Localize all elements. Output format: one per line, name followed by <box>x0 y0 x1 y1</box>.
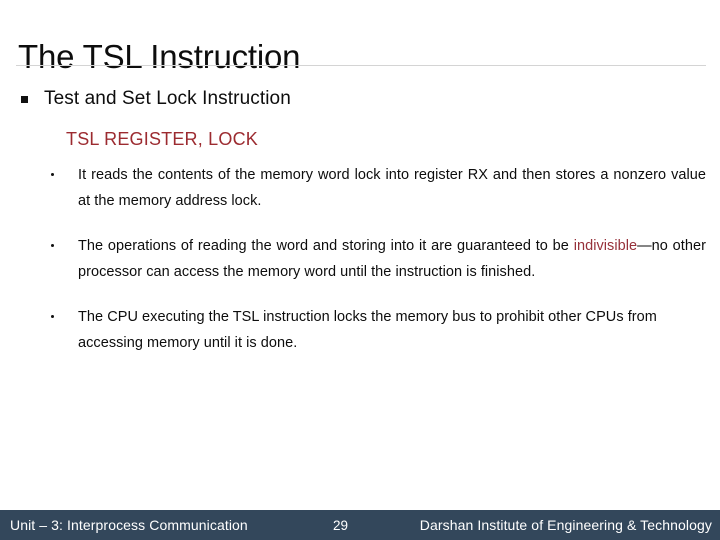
list-item-text-lead: The operations of reading the word and s… <box>78 238 574 254</box>
list-item-text: It reads the contents of the memory word… <box>78 167 706 209</box>
footer-institute-label: Darshan Institute of Engineering & Techn… <box>419 517 712 533</box>
square-bullet-icon <box>18 86 44 112</box>
slide-footer: Unit – 3: Interprocess Communication 29 … <box>0 510 720 540</box>
dot-bullet-icon <box>48 304 78 330</box>
bullet-list: It reads the contents of the memory word… <box>48 162 708 356</box>
dot-bullet-icon <box>48 162 78 188</box>
dot-bullet-icon <box>48 233 78 259</box>
title-divider <box>16 65 706 66</box>
slide-canvas: The TSL Instruction Test and Set Lock In… <box>0 0 720 540</box>
list-item-text: The operations of reading the word and s… <box>78 233 708 285</box>
level1-bullet-item: Test and Set Lock Instruction <box>18 86 678 112</box>
list-item-text: The CPU executing the TSL instruction lo… <box>78 309 657 351</box>
footer-unit-label: Unit – 3: Interprocess Communication <box>10 517 248 533</box>
list-item: It reads the contents of the memory word… <box>48 162 708 214</box>
instruction-syntax-heading: TSL REGISTER, LOCK <box>66 129 258 149</box>
page-title: The TSL Instruction <box>18 38 301 76</box>
level1-bullet-label: Test and Set Lock Instruction <box>44 88 291 109</box>
list-item: The CPU executing the TSL instruction lo… <box>48 304 708 356</box>
list-item: The operations of reading the word and s… <box>48 233 708 285</box>
emphasis-indivisible: indivisible <box>573 238 638 254</box>
footer-page-number: 29 <box>333 517 349 533</box>
